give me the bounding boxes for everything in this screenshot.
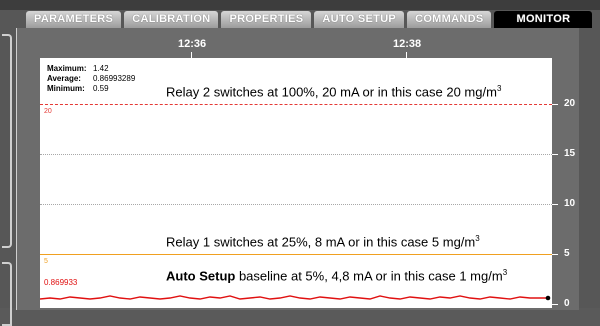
top-strip	[0, 0, 600, 10]
trace-endpoint	[545, 295, 551, 301]
time-label: 12:38	[393, 38, 422, 50]
tab-monitor[interactable]: MONITOR	[494, 11, 593, 28]
right-axis: 20 15 10 5 0	[552, 58, 578, 309]
axis-label: 20	[564, 98, 576, 109]
time-axis: 12:36 12:38	[18, 34, 558, 58]
tab-bar: PARAMETERS CALIBRATION PROPERTIES AUTO S…	[26, 11, 593, 28]
axis-label: 10	[564, 198, 576, 209]
axis-label: 15	[564, 148, 576, 159]
tab-calibration[interactable]: CALIBRATION	[124, 11, 219, 28]
tab-commands[interactable]: COMMANDS	[407, 11, 492, 28]
axis-tick	[552, 254, 558, 255]
axis-tick	[552, 204, 558, 205]
tab-auto-setup[interactable]: AUTO SETUP	[314, 11, 405, 28]
axis-label: 5	[564, 248, 570, 259]
axis-tick	[552, 154, 558, 155]
tab-parameters[interactable]: PARAMETERS	[26, 11, 122, 28]
baseline-trace	[40, 295, 551, 301]
left-frame-bracket-lower	[2, 262, 12, 326]
axis-tick	[552, 104, 558, 105]
monitor-window: PARAMETERS CALIBRATION PROPERTIES AUTO S…	[0, 0, 600, 326]
axis-tick	[552, 304, 558, 305]
left-frame-bracket	[2, 34, 12, 248]
time-label: 12:36	[178, 38, 207, 50]
tab-properties[interactable]: PROPERTIES	[221, 11, 312, 28]
monitor-plot: Maximum: 1.42 Average: 0.86993289 Minimum:…	[40, 58, 552, 308]
axis-label: 0	[564, 298, 570, 309]
